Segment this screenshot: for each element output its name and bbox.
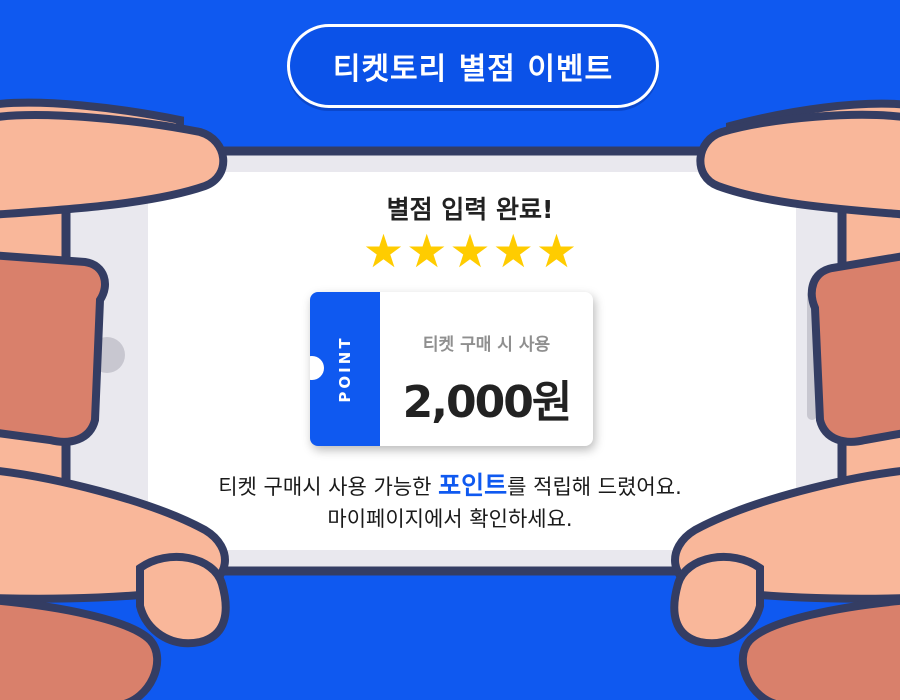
event-banner: 티켓토리 별점 이벤트 별점 입력 완료! ★ ★ ★ ★ ★ POINT 티켓 구매 … — [0, 0, 900, 700]
message-line1-before: 티켓 구매시 사용 가능한 — [218, 475, 439, 499]
coupon-amount: 2,000원 — [402, 377, 573, 428]
star-icon: ★ — [449, 224, 491, 278]
coupon-caption: 티켓 구매 시 사용 — [422, 335, 551, 355]
message-line1-after: 를 적립해 드렸어요. — [507, 475, 682, 499]
completion-heading: 별점 입력 완료! — [386, 195, 554, 224]
star-rating: ★ ★ ★ ★ ★ — [300, 228, 640, 274]
reward-message: 티켓 구매시 사용 가능한 포인트를 적립해 드렸어요. 마이페이지에서 확인하… — [120, 470, 780, 535]
coupon-stub-label: POINT — [336, 335, 354, 403]
point-coupon: POINT 티켓 구매 시 사용 2,000원 — [310, 292, 593, 446]
phone-screen-content: 별점 입력 완료! ★ ★ ★ ★ ★ POINT 티켓 구매 시 사용 2,000원 … — [0, 0, 900, 700]
star-icon: ★ — [492, 224, 534, 278]
reward-message-line-1: 티켓 구매시 사용 가능한 포인트를 적립해 드렸어요. — [120, 470, 780, 503]
star-icon: ★ — [535, 224, 578, 278]
star-icon: ★ — [406, 224, 448, 278]
point-highlight: 포인트 — [438, 471, 508, 500]
reward-message-line-2: 마이페이지에서 확인하세요. — [327, 507, 573, 531]
star-icon: ★ — [362, 224, 405, 278]
